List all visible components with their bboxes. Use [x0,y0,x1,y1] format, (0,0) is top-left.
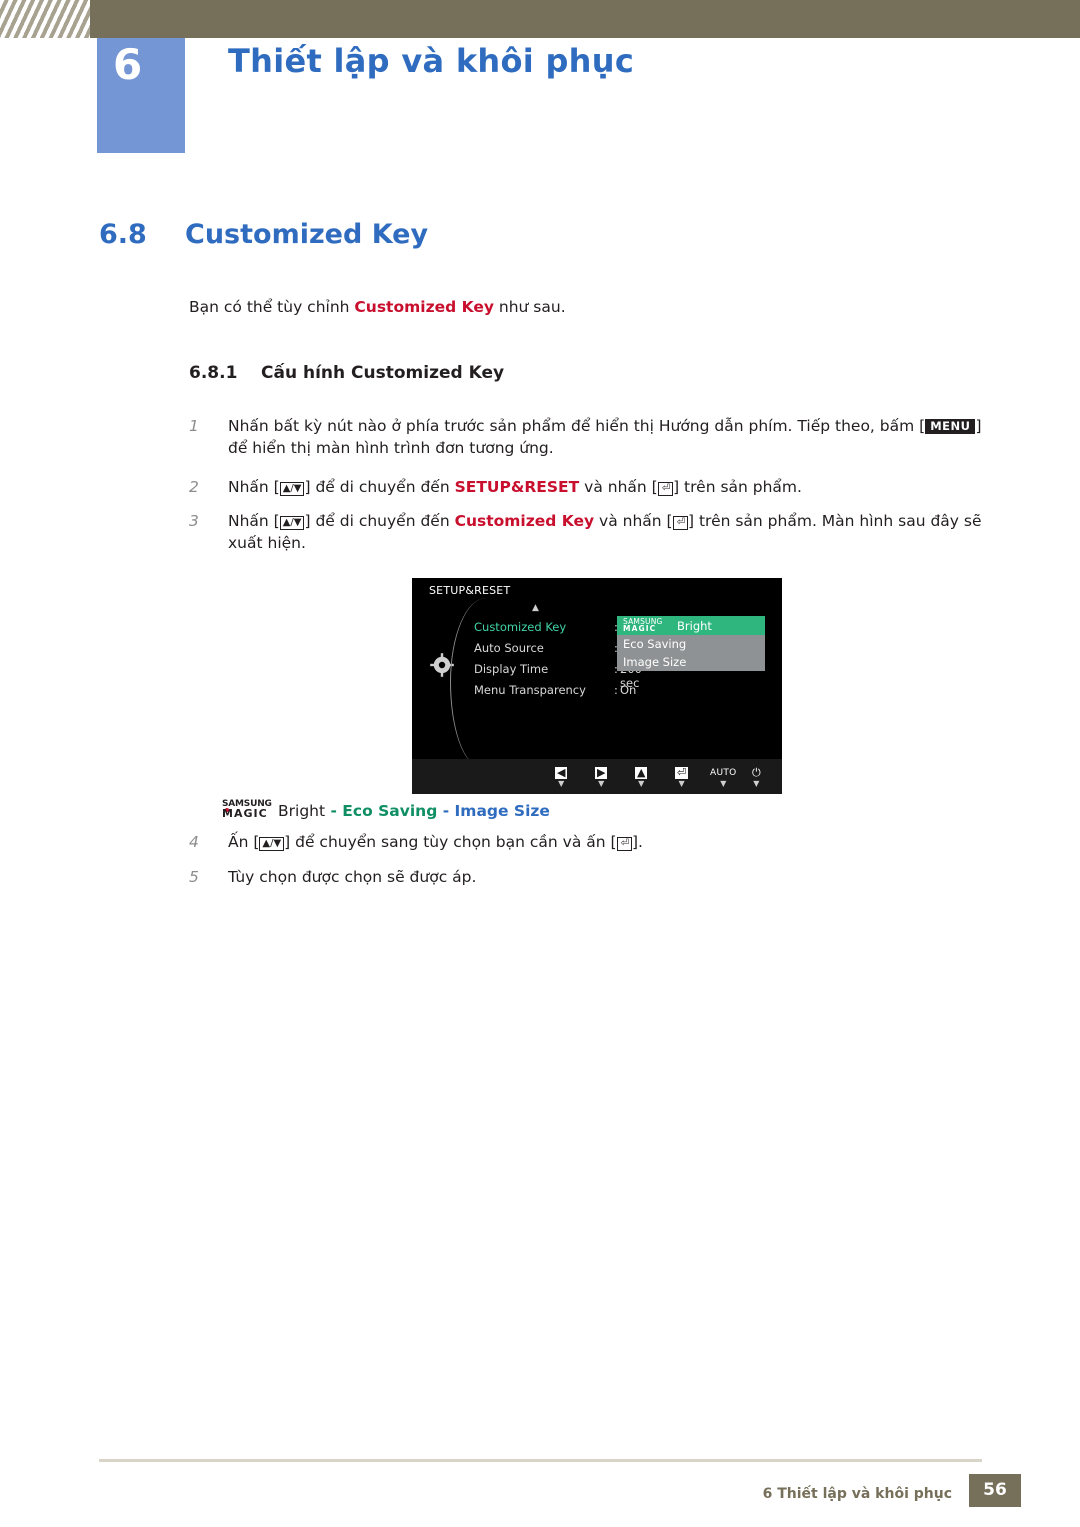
footer-divider [99,1459,982,1462]
osd-scroll-up-arrow: ▲ [532,603,539,613]
osd-row-menu-transparency[interactable]: Menu Transparency : On [474,683,654,704]
header-band [0,0,1080,38]
subsection-title: Cấu hính Customized Key [261,363,505,383]
osd-row-label: Auto Source [474,641,544,655]
osd-button-up[interactable]: ▲ ▼ [635,766,648,788]
osd-popup-item-image-size[interactable]: Image Size [623,655,686,669]
osd-popup-item-bright[interactable]: Bright [677,619,712,633]
osd-button-down-marker: ▼ [720,779,727,788]
osd-button-auto[interactable]: AUTO ▼ [710,767,737,788]
step-3-term: Customized Key [454,512,595,530]
step-5-number: 5 [189,868,199,886]
power-icon: ⏻ [752,766,761,779]
step-4: 4 Ấn [▲/▼] để chuyển sang tùy chọn bạn c… [189,831,1005,853]
step-3: 3 Nhấn [▲/▼] để di chuyển đến Customized… [189,510,1005,555]
enter-key-icon: ⏎ [616,837,632,851]
footer-chapter-label: 6 Thiết lập và khôi phục [762,1486,952,1502]
osd-auto-label: AUTO [710,768,737,778]
step-1-text-1: Nhấn bất kỳ nút nào ở phía trước sản phẩ… [228,417,926,435]
step-4-body: Ấn [▲/▼] để chuyển sang tùy chọn bạn cần… [228,831,1005,853]
menu-keycap: MENU [925,419,976,434]
enter-icon: ⏎ [675,766,689,779]
intro-text-after: như sau. [493,298,566,316]
step-4-number: 4 [189,833,199,851]
step-5: 5 Tùy chọn được chọn sẽ được áp. [189,866,1005,888]
magicbright-logo-inline: SAMSUNG MAGIC [222,800,278,820]
osd-screenshot: SETUP&RESET ▲ Customized Key : Auto Sour… [412,578,782,794]
up-down-arrow-icon: ▲/▼ [279,516,305,530]
step-1-number: 1 [189,417,199,435]
magic-line-2: MAGIC [623,624,657,633]
osd-button-down-marker: ▼ [558,779,565,788]
step-2-text-2: ] để di chuyển đến [304,478,455,496]
chapter-number: 6 [113,40,143,89]
chapter-title: Thiết lập và khôi phục [228,42,635,80]
section-intro: Bạn có thể tùy chỉnh Customized Key như … [189,298,566,316]
osd-button-power[interactable]: ⏻ ▼ [752,767,761,788]
footer-page-number: 56 [969,1474,1021,1507]
osd-button-bar: ◀ ▼ ▶ ▼ ▲ ▼ ⏎ ▼ AUTO ▼ ⏻ ▼ [412,759,782,794]
step-2: 2 Nhấn [▲/▼] để di chuyển đến SETUP&RESE… [189,476,1005,498]
subsection-number: 6.8.1 [189,363,238,383]
section-number: 6.8 [99,219,147,250]
osd-row-colon: : [614,683,618,697]
step-3-body: Nhấn [▲/▼] để di chuyển đến Customized K… [228,510,1005,555]
osd-title: SETUP&RESET [429,584,511,597]
step-1-body: Nhấn bất kỳ nút nào ở phía trước sản phẩ… [228,415,1005,460]
step-2-number: 2 [189,478,199,496]
step-3-text-3: và nhấn [ [594,512,673,530]
bullet-separator-2: - [437,802,455,820]
step-2-text-4: ] trên sản phẩm. [673,478,802,496]
osd-button-enter[interactable]: ⏎ ▼ [675,766,689,788]
intro-term: Customized Key [354,298,494,316]
step-1: 1 Nhấn bất kỳ nút nào ở phía trước sản p… [189,415,1005,460]
left-arrow-icon: ◀ [555,766,568,779]
step-3-text-1: Nhấn [ [228,512,280,530]
osd-button-down-marker: ▼ [638,779,645,788]
step-4-text-3: ]. [631,833,643,851]
header-hatch-decoration [0,0,90,38]
bullet-option-list: SAMSUNG MAGIC Bright - Eco Saving - Imag… [222,800,550,821]
osd-row-label: Menu Transparency [474,683,586,697]
up-arrow-icon: ▲ [635,766,648,779]
bullet-image-size: Image Size [454,802,550,820]
step-3-text-2: ] để di chuyển đến [304,512,455,530]
osd-row-label: Display Time [474,662,549,676]
bullet-separator-1: - [325,802,343,820]
step-4-text-2: ] để chuyển sang tùy chọn bạn cần và ấn … [284,833,617,851]
step-2-term: SETUP&RESET [454,478,580,496]
enter-key-icon: ⏎ [657,482,674,496]
enter-key-icon: ⏎ [672,516,688,530]
step-4-text-1: Ấn [ [228,833,260,851]
step-5-body: Tùy chọn được chọn sẽ được áp. [228,868,477,886]
section-title: Customized Key [185,219,429,250]
osd-row-label: Customized Key [474,620,567,634]
right-arrow-icon: ▶ [595,766,608,779]
osd-button-left[interactable]: ◀ ▼ [555,766,568,788]
step-2-text-1: Nhấn [ [228,478,280,496]
step-2-body: Nhấn [▲/▼] để di chuyển đến SETUP&RESET … [228,476,1005,498]
osd-button-down-marker: ▼ [753,779,760,788]
bullet-bright: Bright [278,802,326,820]
up-down-arrow-icon: ▲/▼ [259,837,285,851]
osd-button-down-marker: ▼ [678,779,685,788]
osd-popup-menu: SAMSUNG MAGIC Bright Eco Saving Image Si… [617,616,765,671]
osd-button-right[interactable]: ▶ ▼ [595,766,608,788]
osd-button-down-marker: ▼ [598,779,605,788]
step-2-text-3: và nhấn [ [579,478,658,496]
magic-line-2: MAGIC [222,807,268,820]
bullet-eco-saving: Eco Saving [342,802,438,820]
osd-popup-item-eco-saving[interactable]: Eco Saving [623,637,686,651]
step-3-number: 3 [189,512,199,530]
osd-row-value: On [620,683,637,697]
intro-text-before: Bạn có thể tùy chỉnh [189,298,355,316]
up-down-arrow-icon: ▲/▼ [279,482,305,496]
magicbright-logo: SAMSUNG MAGIC [623,618,683,634]
